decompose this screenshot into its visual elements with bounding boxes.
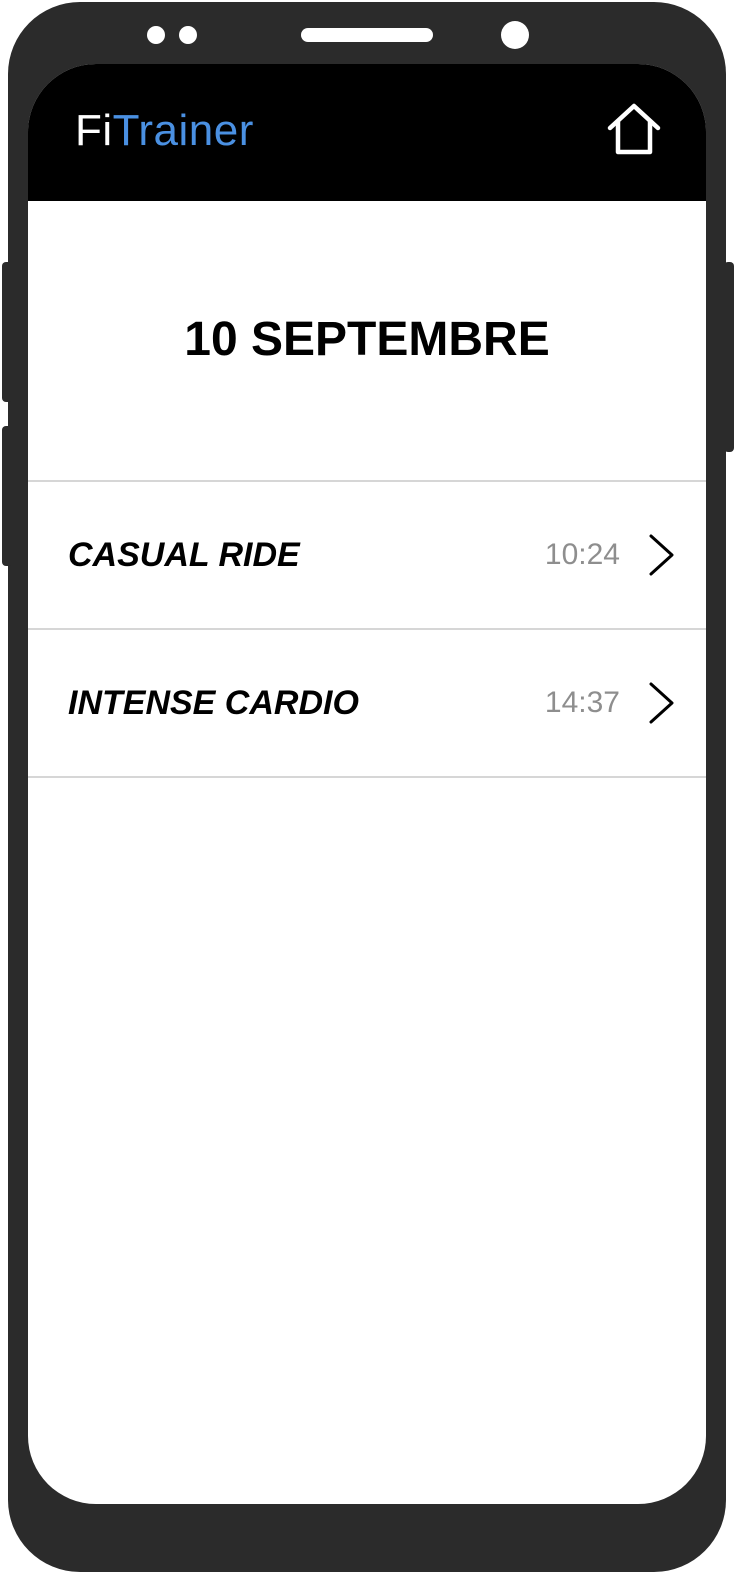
chevron-right-icon xyxy=(649,534,674,576)
list-divider xyxy=(28,776,706,778)
logo-text-fi: Fi xyxy=(75,106,113,155)
app-logo: FiTrainer xyxy=(75,102,254,160)
logo-text-trainer: Trainer xyxy=(112,106,254,155)
chevron-right-icon xyxy=(649,682,674,724)
home-button[interactable] xyxy=(604,100,664,160)
app-screen: FiTrainer 10 SEPTEMBRE CASUAL RIDE 10:24… xyxy=(28,64,706,1504)
front-camera xyxy=(501,21,529,49)
volume-down-button xyxy=(2,426,12,566)
workout-name: INTENSE CARDIO xyxy=(68,684,359,722)
home-icon xyxy=(607,103,661,155)
workout-row-casual-ride[interactable]: CASUAL RIDE 10:24 xyxy=(28,482,706,628)
power-button xyxy=(724,262,734,452)
workout-row-intense-cardio[interactable]: INTENSE CARDIO 14:37 xyxy=(28,630,706,776)
date-title: 10 SEPTEMBRE xyxy=(184,313,550,366)
workout-name: CASUAL RIDE xyxy=(68,536,300,574)
workout-time: 10:24 xyxy=(544,538,620,571)
app-header: FiTrainer xyxy=(28,64,706,201)
front-sensor xyxy=(147,26,165,44)
volume-up-button xyxy=(2,262,12,402)
front-sensor xyxy=(179,26,197,44)
earpiece-speaker xyxy=(301,28,433,42)
workout-time: 14:37 xyxy=(544,686,620,719)
